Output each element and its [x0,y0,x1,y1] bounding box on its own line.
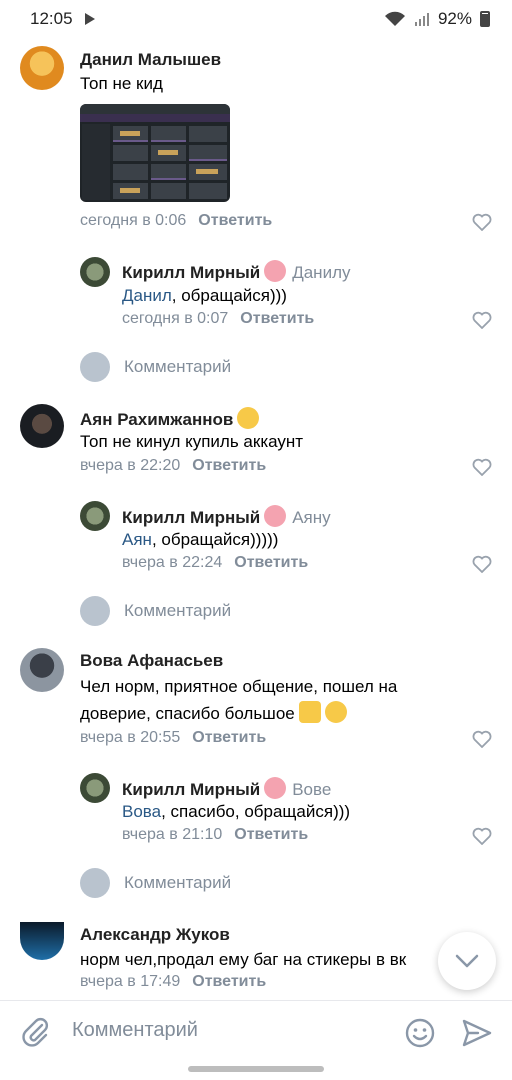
reply-button[interactable]: Ответить [234,826,308,843]
comment-author[interactable]: Данил Малышев [80,50,221,70]
reply-date: вчера в 22:24 [122,554,223,571]
battery-icon [480,11,490,27]
write-comment-input[interactable]: Комментарий [124,873,231,893]
comment-text: Топ не кинул купиль аккаунт [80,432,304,451]
reply-avatar[interactable] [80,257,110,287]
wifi-icon [384,11,405,26]
home-indicator [188,1066,324,1072]
reply-button[interactable]: Ответить [192,457,266,474]
avatar[interactable] [20,404,64,448]
comment-date: вчера в 17:49 [80,973,181,990]
smile-icon[interactable] [404,1017,436,1049]
comment-text: Топ не кид [80,74,163,93]
comment-date: вчера в 20:55 [80,729,181,746]
write-comment-input[interactable]: Комментарий [124,601,231,621]
reply-text-body: , спасибо, обращайся))) [161,802,351,821]
comment-text: доверие, спасибо большое [80,704,295,723]
reply-meta: вчера в 21:10 Ответить [122,826,308,844]
battery-percent: 92% [437,9,472,28]
reply-author[interactable]: Кирилл Мирный [122,508,260,527]
reply-avatar[interactable] [80,773,110,803]
mention-link[interactable]: Данил [122,286,172,305]
reply-text-body: , обращайся))))) [151,530,279,549]
heart-icon[interactable] [472,730,492,748]
status-right: 92% [384,9,490,29]
smirk-emoji-icon [237,407,260,429]
comment-date: сегодня в 0:06 [80,212,187,229]
play-icon [84,13,95,25]
reply-button[interactable]: Ответить [192,973,266,990]
reply-meta: вчера в 22:24 Ответить [122,554,308,572]
comment-author[interactable]: Вова Афанасьев [80,651,223,671]
reply-meta: сегодня в 0:07 Ответить [122,310,314,328]
reply-text: Аян, обращайся))))) [122,526,278,554]
reply-button[interactable]: Ответить [198,212,272,229]
my-avatar [80,868,110,898]
comment-text: норм чел,продал ему баг на стикеры в вк [80,950,407,969]
status-time: 12:05 [30,9,73,28]
comment-composer: Комментарий [0,1000,512,1062]
comment-author[interactable]: Аян Рахимжаннов [80,410,233,429]
comment-date: вчера в 22:20 [80,457,181,474]
send-icon[interactable] [462,1019,492,1047]
reply-author-line: Кирилл Мирный Аяну [122,505,331,528]
reply-to[interactable]: Вове [292,780,331,799]
comment-author[interactable]: Александр Жуков [80,925,230,945]
mention-link[interactable]: Аян [122,530,152,549]
comment-meta: вчера в 20:55 Ответить [80,729,266,747]
comment-meta: вчера в 22:20 Ответить [80,457,266,475]
comment-meta: вчера в 17:49 Ответить [80,973,266,991]
comment-text-line: Чел норм, приятное общение, пошел на [80,677,398,696]
reply-author-line: Кирилл Мирный Вове [122,777,331,800]
avatar[interactable] [20,46,64,90]
scroll-down-button[interactable] [438,932,496,990]
reply-date: сегодня в 0:07 [122,310,229,327]
reply-button[interactable]: Ответить [240,310,314,327]
reply-to[interactable]: Аяну [292,508,330,527]
winking-tongue-emoji-icon [324,701,347,723]
reply-author[interactable]: Кирилл Мирный [122,780,260,799]
my-avatar [80,596,110,626]
heart-icon[interactable] [472,458,492,476]
comment-meta: сегодня в 0:06 Ответить [80,212,272,230]
comment-author-line: Аян Рахимжаннов [80,407,260,430]
clown-emoji-icon [264,505,287,527]
avatar[interactable] [20,648,64,692]
my-avatar [80,352,110,382]
reply-text: Вова, спасибо, обращайся))) [122,798,350,826]
comment-input[interactable]: Комментарий [72,1019,198,1042]
chevron-down-icon [455,954,479,968]
avatar[interactable] [20,922,64,960]
paperclip-icon[interactable] [22,1017,50,1047]
signal-icon [414,13,429,26]
heart-icon[interactable] [472,213,492,231]
reply-to[interactable]: Данилу [292,263,350,282]
comment-image[interactable] [80,104,230,202]
comment-text-line-2: доверие, спасибо большое [80,700,347,728]
mention-link[interactable]: Вова [122,802,161,821]
status-bar: 12:05 92% [0,0,512,38]
reply-author[interactable]: Кирилл Мирный [122,263,260,282]
reply-author-line: Кирилл Мирный Данилу [122,260,351,283]
reply-button[interactable]: Ответить [192,729,266,746]
reply-avatar[interactable] [80,501,110,531]
clown-emoji-icon [264,777,287,799]
clown-emoji-icon [264,260,287,282]
write-comment-input[interactable]: Комментарий [124,357,231,377]
heart-icon[interactable] [472,311,492,329]
heart-icon[interactable] [472,827,492,845]
reply-button[interactable]: Ответить [234,554,308,571]
reply-text: Данил, обращайся))) [122,282,287,310]
thumbs-up-emoji-icon [298,701,321,723]
heart-icon[interactable] [472,555,492,573]
reply-text-body: , обращайся))) [171,286,287,305]
reply-date: вчера в 21:10 [122,826,223,843]
